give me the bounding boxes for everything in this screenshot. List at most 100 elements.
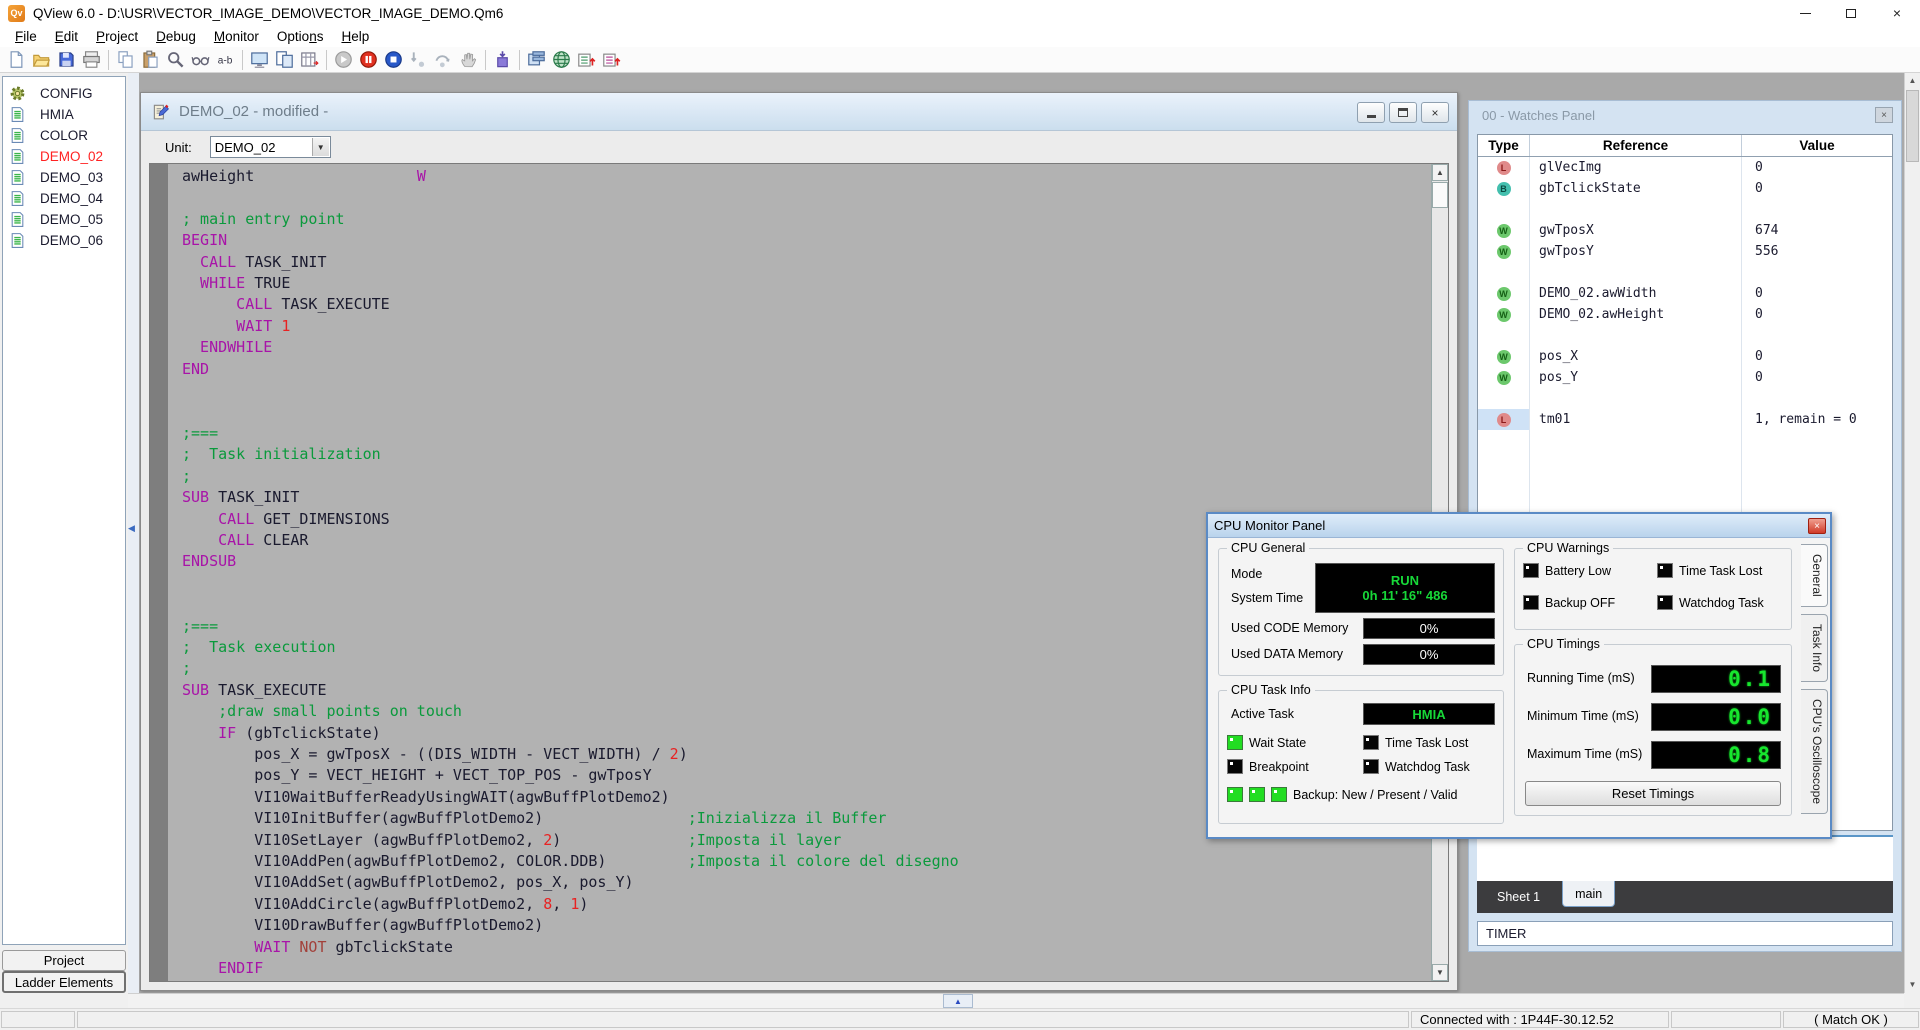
watches-titlebar[interactable]: 00 - Watches Panel × [1469, 101, 1901, 129]
watch-reference[interactable]: gwTposX [1530, 220, 1742, 241]
watch-row-DEMO_02.awWidth[interactable]: WDEMO_02.awWidth0 [1478, 283, 1892, 304]
step-into-button[interactable] [406, 48, 431, 72]
open-project-button[interactable] [29, 48, 54, 72]
watch-row-gbTclickState[interactable]: BgbTclickState0 [1478, 178, 1892, 199]
cpu-tab-cpu-s-oscilloscope[interactable]: CPU's Oscilloscope [1801, 689, 1828, 814]
ladder-elements-tab-button[interactable]: Ladder Elements [2, 971, 126, 993]
copy-button[interactable] [113, 48, 138, 72]
cascade-windows-button[interactable] [272, 48, 297, 72]
sidebar-item-demo_05[interactable]: DEMO_05 [3, 209, 125, 230]
watch-value[interactable]: 556 [1742, 241, 1892, 262]
watch-type-cell[interactable]: L [1478, 409, 1530, 430]
watch-glasses-button[interactable] [188, 48, 213, 72]
download-program-button[interactable] [490, 48, 515, 72]
watch-row-pos_X[interactable]: Wpos_X0 [1478, 346, 1892, 367]
sidebar-item-hmia[interactable]: HMIA [3, 104, 125, 125]
display-monitor-button[interactable] [247, 48, 272, 72]
scroll-down-icon[interactable]: ▼ [1432, 964, 1448, 981]
watch-value[interactable]: 0 [1742, 178, 1892, 199]
sidebar-item-demo_03[interactable]: DEMO_03 [3, 167, 125, 188]
watch-type-cell[interactable]: W [1478, 367, 1530, 388]
sidebar-item-demo_04[interactable]: DEMO_04 [3, 188, 125, 209]
editor-restore-button[interactable] [1389, 102, 1417, 123]
column-header-type[interactable]: Type [1478, 135, 1530, 156]
watch-value[interactable]: 674 [1742, 220, 1892, 241]
run-button[interactable] [331, 48, 356, 72]
stop-button[interactable] [381, 48, 406, 72]
chevron-down-icon[interactable]: ▼ [312, 138, 329, 156]
watch-row-tm01[interactable]: Ltm011, remain = 0 [1478, 409, 1892, 430]
find-replace-button[interactable]: a-b [213, 48, 238, 72]
cpu-panel-close-button[interactable]: × [1808, 518, 1826, 534]
editor-minimize-button[interactable] [1357, 102, 1385, 123]
watch-reference[interactable]: glVecImg [1530, 157, 1742, 178]
scrollbar-thumb[interactable] [1906, 90, 1919, 162]
watch-row-gwTposY[interactable]: WgwTposY556 [1478, 241, 1892, 262]
sidebar-splitter[interactable]: ◀ [128, 73, 139, 993]
timer-box[interactable]: TIMER [1477, 921, 1893, 946]
watch-value[interactable]: 0 [1742, 304, 1892, 325]
menu-file[interactable]: File [6, 27, 46, 46]
scroll-up-icon[interactable]: ▲ [1905, 73, 1920, 89]
mdi-vertical-scrollbar[interactable]: ▲ ▼ [1904, 73, 1920, 993]
reset-timings-button[interactable]: Reset Timings [1525, 781, 1781, 806]
panels-button[interactable] [524, 48, 549, 72]
splitter-up-icon[interactable]: ▲ [943, 994, 973, 1008]
save-button[interactable] [54, 48, 79, 72]
pause-button[interactable] [356, 48, 381, 72]
watch-type-cell[interactable]: B [1478, 178, 1530, 199]
watch-value[interactable]: 0 [1742, 367, 1892, 388]
export-db-button[interactable] [599, 48, 624, 72]
cpu-tab-general[interactable]: General [1801, 544, 1828, 607]
collapse-left-icon[interactable]: ◀ [128, 523, 135, 534]
watch-row-pos_Y[interactable]: Wpos_Y0 [1478, 367, 1892, 388]
project-tab-button[interactable]: Project [2, 950, 126, 971]
stop-hand-button[interactable] [456, 48, 481, 72]
sidebar-item-demo_02[interactable]: DEMO_02 [3, 146, 125, 167]
mdi-horizontal-scrollbar[interactable]: ▲ [128, 993, 1904, 1008]
watch-type-cell[interactable]: W [1478, 283, 1530, 304]
watch-reference[interactable]: tm01 [1530, 409, 1742, 430]
watch-reference[interactable]: pos_Y [1530, 367, 1742, 388]
watch-list-button[interactable] [297, 48, 322, 72]
watch-row-DEMO_02.awHeight[interactable]: WDEMO_02.awHeight0 [1478, 304, 1892, 325]
watch-value[interactable]: 0 [1742, 283, 1892, 304]
watch-type-cell[interactable]: W [1478, 220, 1530, 241]
find-button[interactable] [163, 48, 188, 72]
sidebar-item-color[interactable]: COLOR [3, 125, 125, 146]
unit-combobox[interactable]: DEMO_02 ▼ [210, 136, 331, 158]
column-header-value[interactable]: Value [1742, 135, 1892, 156]
cpu-tab-task-info[interactable]: Task Info [1801, 614, 1828, 682]
watch-type-cell[interactable]: W [1478, 346, 1530, 367]
import-db-button[interactable] [574, 48, 599, 72]
sidebar-item-config[interactable]: CONFIG [3, 83, 125, 104]
watch-reference[interactable]: pos_X [1530, 346, 1742, 367]
watch-reference[interactable]: gbTclickState [1530, 178, 1742, 199]
menu-help[interactable]: Help [332, 27, 378, 46]
scrollbar-thumb[interactable] [1432, 182, 1448, 208]
editor-titlebar[interactable]: DEMO_02 - modified - × [141, 93, 1457, 131]
new-file-button[interactable] [4, 48, 29, 72]
window-minimize-button[interactable] [1782, 0, 1828, 26]
watch-type-cell[interactable]: L [1478, 157, 1530, 178]
watch-type-cell[interactable]: W [1478, 304, 1530, 325]
watch-type-cell[interactable]: W [1478, 241, 1530, 262]
menu-edit[interactable]: Edit [46, 27, 87, 46]
watch-value[interactable]: 1, remain = 0 [1742, 409, 1892, 430]
watch-reference[interactable]: DEMO_02.awHeight [1530, 304, 1742, 325]
menu-options[interactable]: Options [268, 27, 333, 46]
watch-row-glVecImg[interactable]: LglVecImg0 [1478, 157, 1892, 178]
window-close-button[interactable]: × [1874, 0, 1920, 26]
watch-reference[interactable]: DEMO_02.awWidth [1530, 283, 1742, 304]
menu-monitor[interactable]: Monitor [205, 27, 268, 46]
watch-value[interactable]: 0 [1742, 157, 1892, 178]
sheet-tab-main[interactable]: main [1562, 881, 1615, 907]
network-button[interactable] [549, 48, 574, 72]
scroll-down-icon[interactable]: ▼ [1905, 977, 1920, 993]
watch-row-gwTposX[interactable]: WgwTposX674 [1478, 220, 1892, 241]
editor-close-button[interactable]: × [1421, 102, 1449, 123]
column-header-reference[interactable]: Reference [1530, 135, 1742, 156]
watch-value[interactable]: 0 [1742, 346, 1892, 367]
watches-close-button[interactable]: × [1875, 107, 1893, 123]
window-maximize-button[interactable] [1828, 0, 1874, 26]
